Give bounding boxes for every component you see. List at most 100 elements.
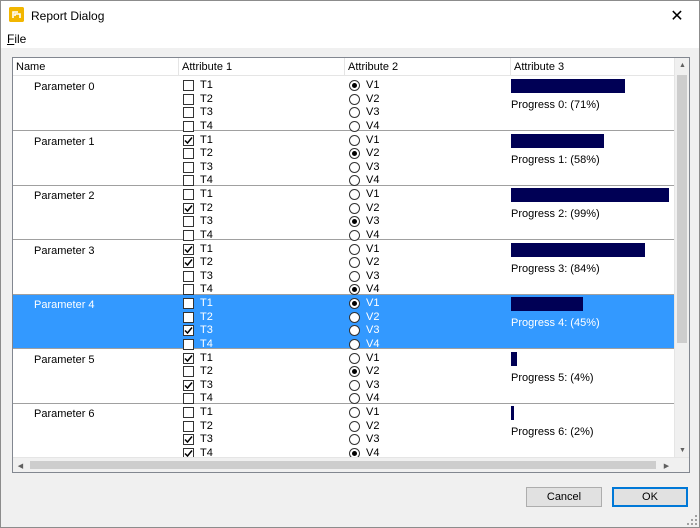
radio-unselected-icon[interactable] [349,311,360,323]
table-row[interactable]: Parameter 3 T1 T2 T3 T4 V1 V2 V3 V4 Progress 3: (… [13,240,675,295]
radio-unselected-icon[interactable] [349,243,360,255]
vertical-scrollbar[interactable]: ▲ ▼ [674,58,689,458]
radio-unselected-icon[interactable] [349,270,360,282]
checkbox-checked-icon[interactable] [183,434,194,445]
table-row[interactable]: Parameter 6 T1 T2 T3 T4 V1 V2 V3 V4 Progress 6: (… [13,404,675,459]
checkbox-unchecked-icon[interactable] [183,284,194,295]
checkbox-unchecked-icon[interactable] [183,216,194,227]
checkbox-unchecked-icon[interactable] [183,107,194,118]
radio-label: V1 [366,406,380,418]
parameter-name: Parameter 2 [34,190,95,202]
checkbox-unchecked-icon[interactable] [183,407,194,418]
checkbox-checked-icon[interactable] [183,257,194,268]
radio-unselected-icon[interactable] [349,325,360,336]
checkbox-unchecked-icon[interactable] [183,270,194,282]
radio-selected-icon[interactable] [349,216,360,227]
resize-grip-icon[interactable] [687,515,697,525]
radio-dot [352,287,357,292]
checkbox-label: T3 [200,269,213,282]
radio-unselected-icon[interactable] [349,175,360,186]
checkbox-unchecked-icon[interactable] [183,93,194,105]
checkbox-label: T2 [200,365,213,377]
checkbox-unchecked-icon[interactable] [183,80,194,91]
radio-unselected-icon[interactable] [349,352,360,364]
column-header-attribute-2[interactable]: Attribute 2 [345,58,511,76]
radio-unselected-icon[interactable] [349,379,360,391]
radio-unselected-icon[interactable] [349,229,360,241]
radio-unselected-icon[interactable] [349,257,360,268]
checkbox-label: T1 [200,297,213,309]
checkbox-unchecked-icon[interactable] [183,120,194,132]
radio-unselected-icon[interactable] [349,93,360,105]
radio-label: V1 [366,79,380,91]
checkbox-unchecked-icon[interactable] [183,161,194,173]
table-row[interactable]: Parameter 0 T1 T2 T3 T4 V1 V2 V3 V4 Progress 0: (… [13,77,675,132]
scroll-left-icon[interactable]: ◀ [13,458,28,472]
checkbox-unchecked-icon[interactable] [183,338,194,350]
progress-bar [511,242,645,257]
menu-file[interactable]: File [7,32,26,46]
progress-bar [511,351,517,366]
cancel-button[interactable]: Cancel [526,487,602,507]
checkbox-label: T3 [200,433,213,445]
parameter-list[interactable]: Name Attribute 1 Attribute 2 Attribute 3… [12,57,690,473]
column-header-attribute-1[interactable]: Attribute 1 [179,58,345,76]
table-row[interactable]: Parameter 5 T1 T2 T3 T4 V1 V2 V3 V4 Progress 5: (… [13,349,675,404]
radio-unselected-icon[interactable] [349,420,360,432]
checkbox-checked-icon[interactable] [183,379,194,391]
radio-label: V1 [366,188,380,200]
radio-selected-icon[interactable] [349,80,360,91]
radio-label: V3 [366,106,380,118]
radio-selected-icon[interactable] [349,366,360,377]
radio-unselected-icon[interactable] [349,393,360,404]
close-icon[interactable]: ✕ [655,1,699,30]
checkbox-unchecked-icon[interactable] [183,366,194,377]
checkbox-unchecked-icon[interactable] [183,148,194,159]
radio-unselected-icon[interactable] [349,107,360,118]
radio-unselected-icon[interactable] [349,434,360,445]
column-header-attribute-3[interactable]: Attribute 3 [511,58,675,76]
checkbox-unchecked-icon[interactable] [183,298,194,309]
table-row[interactable]: Parameter 1 T1 T2 T3 T4 V1 V2 V3 V4 Progress 1: (… [13,131,675,186]
radio-unselected-icon[interactable] [349,407,360,418]
radio-unselected-icon[interactable] [349,338,360,350]
checkbox-unchecked-icon[interactable] [183,175,194,186]
radio-unselected-icon[interactable] [349,134,360,146]
vertical-scroll-thumb[interactable] [677,75,687,343]
radio-label: V1 [366,351,380,364]
scroll-down-icon[interactable]: ▼ [675,443,689,458]
radio-unselected-icon[interactable] [349,202,360,214]
checkbox-checked-icon[interactable] [183,134,194,146]
checkbox-label: T2 [200,310,213,323]
radio-dot [352,450,357,456]
title-bar[interactable]: Report Dialog ✕ [1,1,699,30]
checkbox-checked-icon[interactable] [183,352,194,364]
checkbox-checked-icon[interactable] [183,202,194,214]
radio-selected-icon[interactable] [349,298,360,309]
progress-bar [511,297,583,311]
scroll-up-icon[interactable]: ▲ [675,58,689,73]
horizontal-scrollbar[interactable]: ◀ ▶ [13,457,689,472]
scroll-right-icon[interactable]: ▶ [659,458,674,472]
radio-unselected-icon[interactable] [349,161,360,173]
checkbox-checked-icon[interactable] [183,243,194,255]
progress-label: Progress 2: (99%) [511,208,600,220]
radio-selected-icon[interactable] [349,284,360,295]
checkbox-unchecked-icon[interactable] [183,311,194,323]
radio-selected-icon[interactable] [349,148,360,159]
checkbox-checked-icon[interactable] [183,325,194,336]
horizontal-scroll-thumb[interactable] [30,461,656,469]
radio-dot [352,301,357,306]
checkbox-unchecked-icon[interactable] [183,420,194,432]
radio-unselected-icon[interactable] [349,189,360,200]
table-row[interactable]: Parameter 2 T1 T2 T3 T4 V1 V2 V3 V4 Progress 2: (… [13,186,675,241]
checkbox-unchecked-icon[interactable] [183,393,194,404]
checkbox-label: T3 [200,378,213,391]
column-header-name[interactable]: Name [13,58,179,76]
table-row[interactable]: Parameter 4 T1 T2 T3 T4 V1 V2 V3 V4 Progress 4: (… [13,295,675,350]
checkbox-unchecked-icon[interactable] [183,229,194,241]
radio-unselected-icon[interactable] [349,120,360,132]
ok-button[interactable]: OK [612,487,688,507]
progress-label: Progress 1: (58%) [511,153,600,166]
checkbox-unchecked-icon[interactable] [183,189,194,200]
